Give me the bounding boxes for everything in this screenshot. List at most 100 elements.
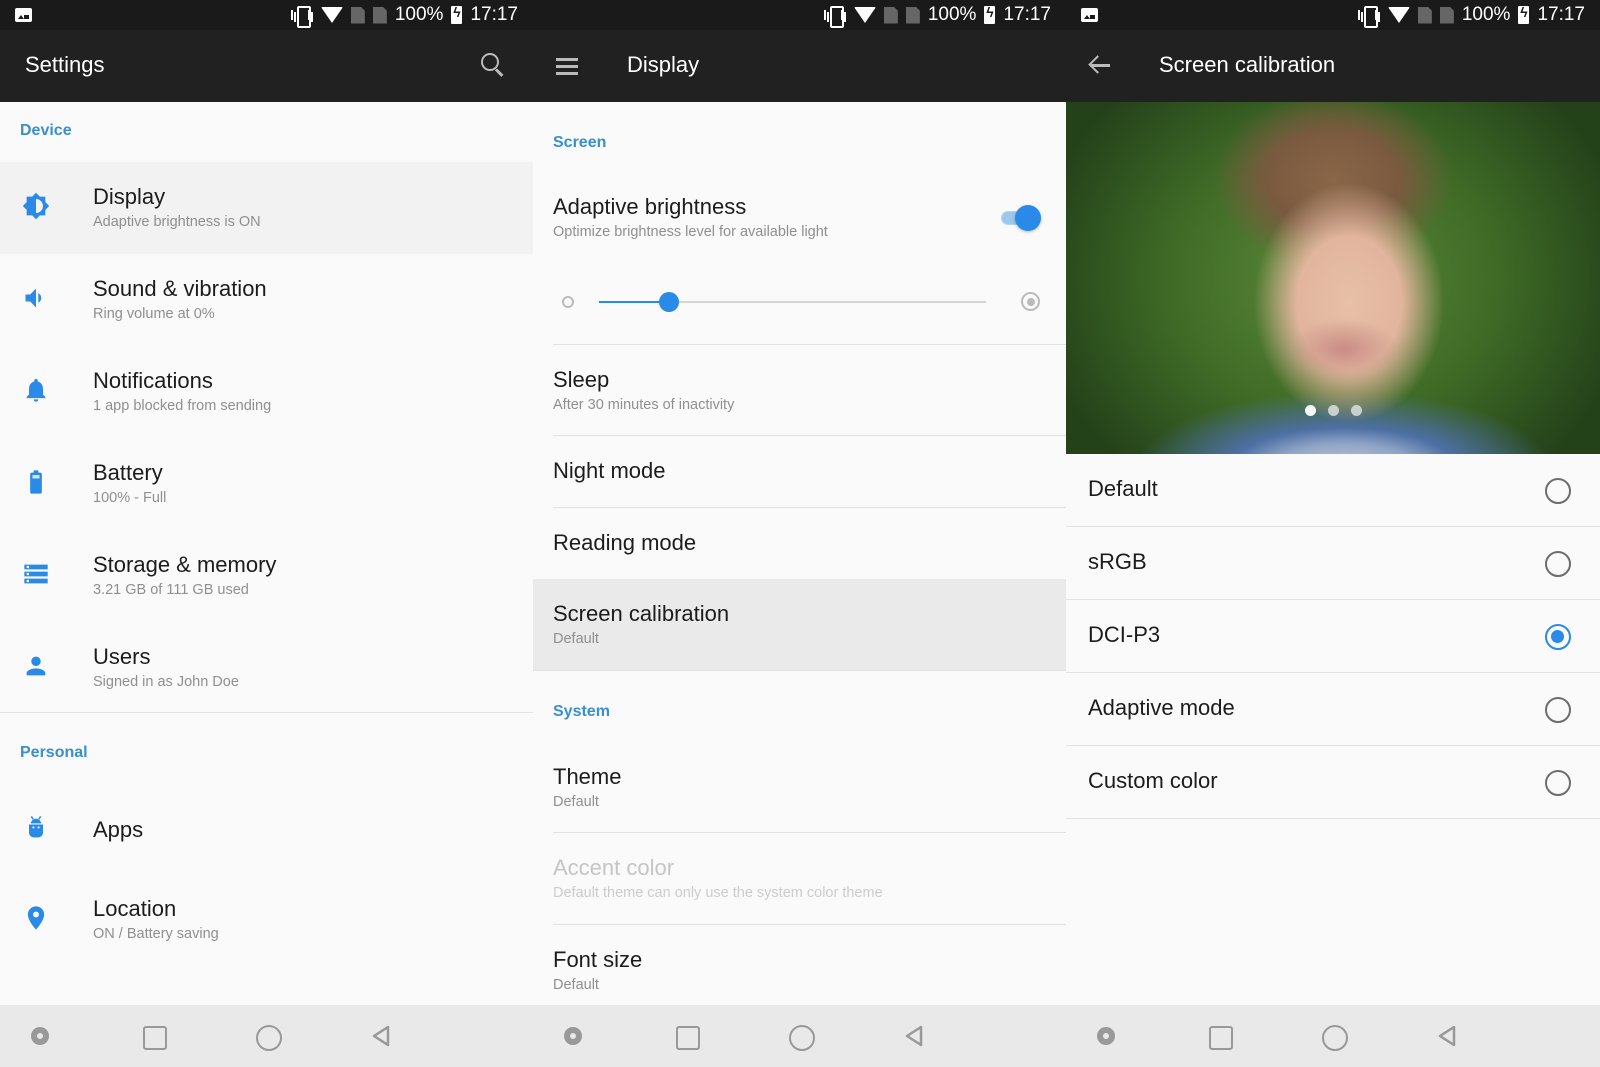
brightness-slider[interactable] — [533, 287, 1066, 317]
option-adaptive-mode[interactable]: Adaptive mode — [1066, 673, 1600, 746]
item-subtitle: Adaptive brightness is ON — [93, 214, 261, 230]
adaptive-brightness-pref[interactable]: Adaptive brightness Optimize brightness … — [533, 178, 1066, 258]
pref-title: Adaptive brightness — [553, 194, 747, 219]
section-divider — [0, 712, 533, 713]
home-circle-icon[interactable] — [255, 1024, 282, 1051]
pref-title: Font size — [553, 947, 643, 972]
page-title: Settings — [25, 52, 105, 77]
pref-title: Theme — [553, 764, 622, 789]
no-sim-icon — [883, 6, 898, 24]
item-title: Storage & memory — [93, 552, 277, 577]
vibrate-icon — [290, 6, 313, 28]
item-subtitle: ON / Battery saving — [93, 926, 219, 942]
settings-item-storage[interactable]: Storage & memory 3.21 GB of 111 GB used — [0, 530, 533, 622]
option-label: Default — [1088, 476, 1158, 501]
image-notification-icon — [1081, 8, 1098, 22]
accent-color-pref: Accent color Default theme can only use … — [533, 833, 1066, 924]
theme-pref[interactable]: Theme Default — [533, 742, 1066, 832]
recents-square-icon[interactable] — [674, 1024, 700, 1050]
item-title: Display — [93, 184, 166, 209]
adaptive-brightness-toggle[interactable] — [999, 204, 1041, 232]
home-circle-icon[interactable] — [788, 1024, 815, 1051]
radio-button-selected[interactable] — [1545, 624, 1571, 650]
back-triangle-icon[interactable] — [1436, 1024, 1460, 1048]
battery-percent: 100% — [1461, 4, 1511, 25]
option-label: Adaptive mode — [1088, 695, 1235, 720]
sleep-pref[interactable]: Sleep After 30 minutes of inactivity — [533, 345, 1066, 435]
radio-button[interactable] — [1545, 770, 1571, 796]
no-sim-icon — [905, 6, 920, 24]
screen-calibration-screen: 100% 17:17 Screen calibration Default sR… — [1066, 0, 1600, 1067]
hamburger-menu-icon[interactable] — [550, 50, 582, 82]
arrow-back-icon[interactable] — [1084, 50, 1116, 82]
calibration-preview-photo[interactable] — [1066, 102, 1600, 454]
carousel-dot[interactable] — [1304, 405, 1316, 416]
settings-item-location[interactable]: Location ON / Battery saving — [0, 874, 533, 966]
divider — [533, 670, 1066, 671]
pref-title: Night mode — [553, 458, 666, 483]
font-size-pref[interactable]: Font size Default — [533, 925, 1066, 1005]
app-bar: Settings — [0, 30, 533, 102]
option-default[interactable]: Default — [1066, 454, 1600, 527]
night-mode-pref[interactable]: Night mode — [533, 436, 1066, 507]
item-subtitle: Signed in as John Doe — [93, 674, 239, 690]
wifi-icon — [1387, 7, 1410, 23]
carousel-dot[interactable] — [1350, 405, 1362, 416]
carousel-dot[interactable] — [1327, 405, 1339, 416]
nav-bar — [1066, 1005, 1600, 1067]
recents-square-icon[interactable] — [141, 1024, 167, 1050]
android-icon — [29, 815, 43, 838]
reading-mode-pref[interactable]: Reading mode — [533, 508, 1066, 579]
carousel-indicator — [1066, 405, 1600, 416]
wifi-icon — [853, 7, 876, 23]
item-title: Notifications — [93, 368, 213, 393]
option-custom-color[interactable]: Custom color — [1066, 746, 1600, 819]
bell-icon — [26, 378, 46, 402]
wifi-icon — [320, 7, 343, 23]
item-title: Location — [93, 896, 177, 921]
pref-subtitle: Default theme can only use the system co… — [553, 885, 883, 901]
brightness-icon — [22, 192, 50, 220]
settings-item-apps[interactable]: Apps — [0, 782, 533, 874]
pref-title: Accent color — [553, 855, 675, 880]
radio-button[interactable] — [1545, 478, 1571, 504]
section-header-device: Device — [20, 122, 72, 139]
slider-track[interactable] — [599, 292, 986, 312]
screen-calibration-pref[interactable]: Screen calibration Default — [533, 579, 1066, 670]
settings-item-sound[interactable]: Sound & vibration Ring volume at 0% — [0, 254, 533, 346]
item-title: Users — [93, 644, 151, 669]
settings-item-notifications[interactable]: Notifications 1 app blocked from sending — [0, 346, 533, 438]
toggle-thumb — [1015, 205, 1041, 231]
vibrate-icon — [823, 6, 846, 28]
option-srgb[interactable]: sRGB — [1066, 527, 1600, 600]
battery-charging-icon — [1518, 4, 1530, 24]
back-triangle-icon[interactable] — [370, 1024, 394, 1048]
item-title: Battery — [93, 460, 163, 485]
radio-button[interactable] — [1545, 551, 1571, 577]
item-subtitle: Ring volume at 0% — [93, 306, 215, 322]
radio-button[interactable] — [1545, 697, 1571, 723]
brightness-high-icon — [1021, 292, 1040, 311]
dot-icon[interactable] — [561, 1024, 585, 1048]
home-circle-icon[interactable] — [1321, 1024, 1348, 1051]
no-sim-icon — [350, 6, 365, 24]
person-icon — [26, 656, 46, 676]
option-dci-p3[interactable]: DCI-P3 — [1066, 600, 1600, 673]
settings-item-display[interactable]: Display Adaptive brightness is ON — [0, 162, 533, 254]
settings-screen: 100% 17:17 Settings Device Display Adapt… — [0, 0, 533, 1067]
dot-icon[interactable] — [28, 1024, 52, 1048]
settings-item-users[interactable]: Users Signed in as John Doe — [0, 622, 533, 714]
volume-icon — [25, 288, 42, 308]
no-sim-icon — [372, 6, 387, 24]
settings-item-battery[interactable]: Battery 100% - Full — [0, 438, 533, 530]
dot-icon[interactable] — [1094, 1024, 1118, 1048]
recents-square-icon[interactable] — [1207, 1024, 1233, 1050]
section-header-personal: Personal — [20, 744, 88, 761]
pref-title: Reading mode — [553, 530, 697, 555]
pref-title: Sleep — [553, 367, 610, 392]
slider-thumb[interactable] — [658, 292, 679, 312]
back-triangle-icon[interactable] — [903, 1024, 927, 1048]
pref-subtitle: After 30 minutes of inactivity — [553, 397, 735, 413]
search-icon[interactable] — [477, 50, 509, 82]
pref-subtitle: Default — [553, 977, 599, 993]
